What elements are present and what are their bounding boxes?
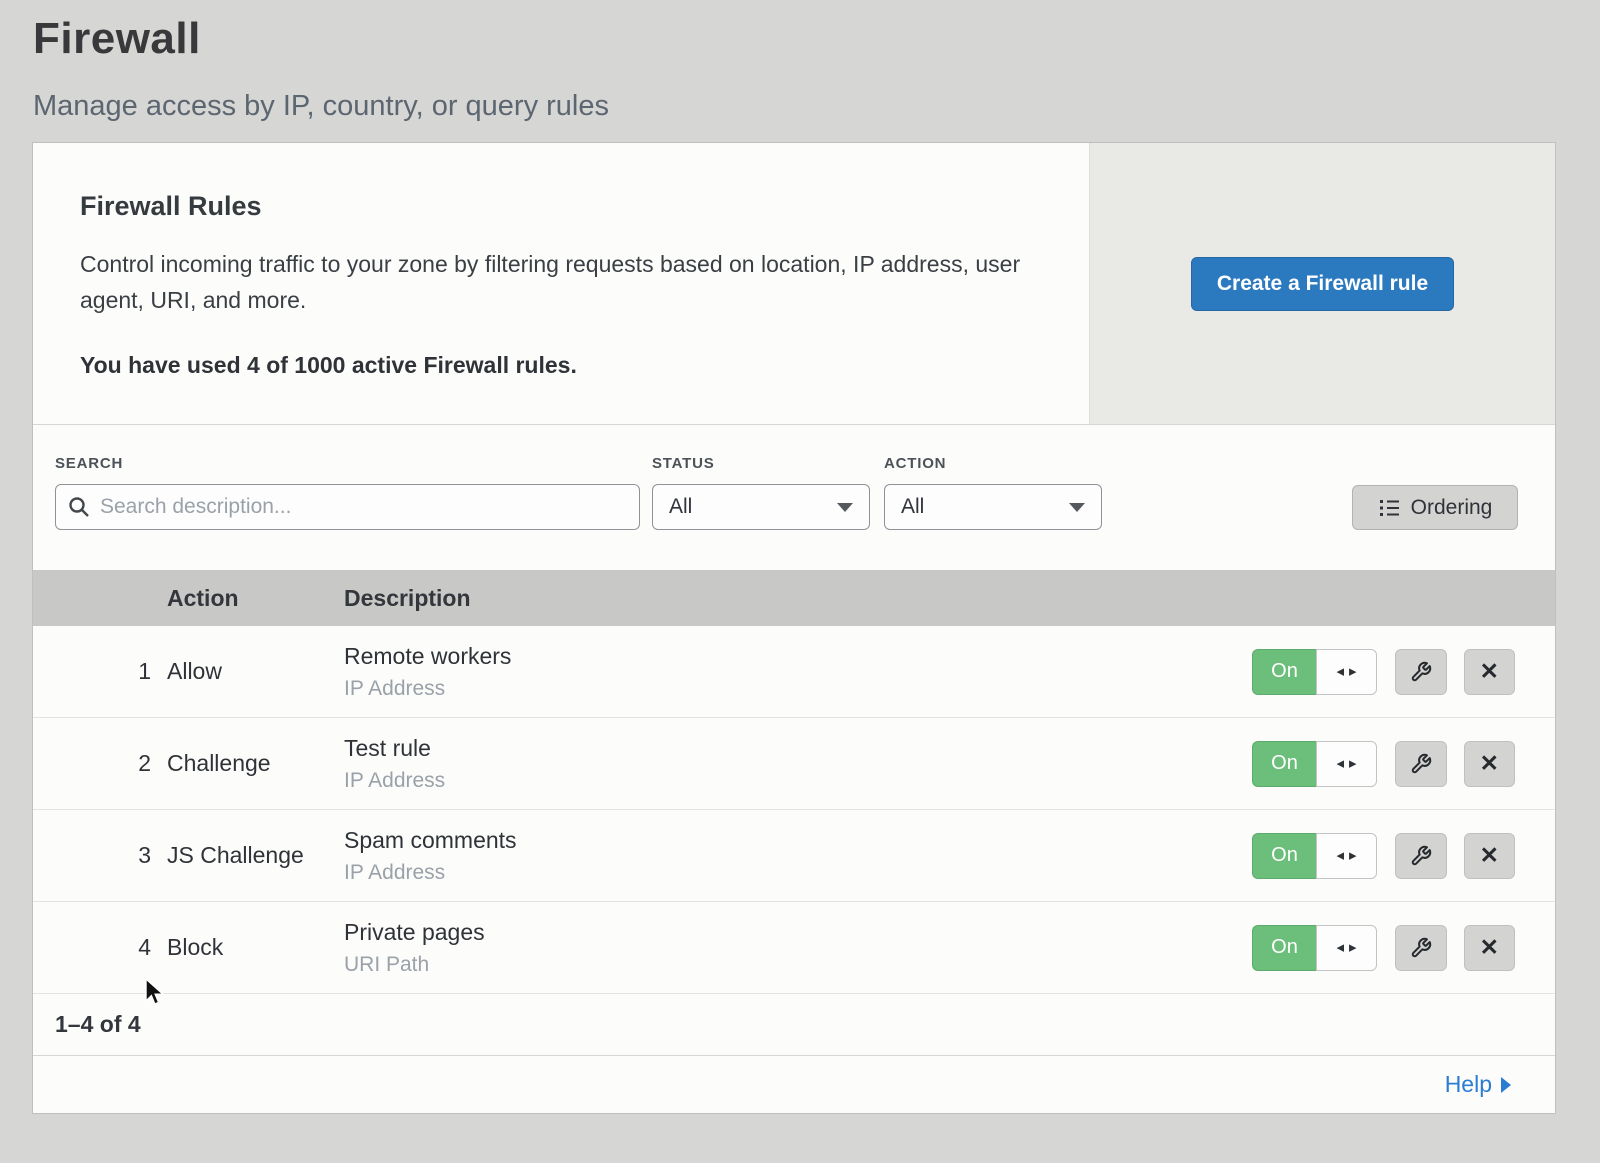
column-header-action: Action [167, 585, 344, 612]
rule-controls: On ◂▸ ✕ [1252, 649, 1555, 695]
wrench-icon [1410, 661, 1432, 683]
ordering-button[interactable]: Ordering [1352, 485, 1518, 530]
chevron-down-icon [837, 503, 853, 512]
rule-toggle-segment: On ◂▸ [1252, 649, 1377, 695]
table-header-row: Action Description [33, 570, 1555, 626]
card-heading: Firewall Rules [80, 191, 1039, 222]
rule-toggle-segment: On ◂▸ [1252, 925, 1377, 971]
wrench-icon [1410, 937, 1432, 959]
ordering-button-label: Ordering [1411, 496, 1493, 520]
table-row: 4 Block Private pages URI Path On ◂▸ ✕ [33, 902, 1555, 994]
rule-enabled-toggle[interactable]: On [1252, 833, 1316, 879]
create-firewall-rule-button[interactable]: Create a Firewall rule [1191, 257, 1454, 311]
rule-description-cell: Spam comments IP Address [344, 827, 1252, 885]
pagination-text: 1–4 of 4 [55, 1011, 141, 1038]
rule-match-type: IP Address [344, 769, 1252, 793]
edit-rule-button[interactable] [1395, 741, 1447, 787]
ordered-list-icon [1378, 497, 1400, 519]
rule-toggle-segment: On ◂▸ [1252, 741, 1377, 787]
rule-description-cell: Private pages URI Path [344, 919, 1252, 977]
rule-controls: On ◂▸ ✕ [1252, 833, 1555, 879]
toggle-arrows-icon[interactable]: ◂▸ [1316, 741, 1377, 787]
status-selected-value: All [669, 495, 692, 519]
rules-usage-text: You have used 4 of 1000 active Firewall … [80, 352, 1039, 379]
rule-priority: 3 [33, 842, 167, 869]
delete-rule-button[interactable]: ✕ [1464, 649, 1516, 695]
x-icon: ✕ [1480, 750, 1499, 777]
toggle-arrows-icon[interactable]: ◂▸ [1316, 833, 1377, 879]
x-icon: ✕ [1480, 934, 1499, 961]
table-row: 1 Allow Remote workers IP Address On ◂▸ … [33, 626, 1555, 718]
page-title: Firewall [33, 14, 1600, 64]
search-wrap [55, 484, 640, 530]
rule-description: Remote workers [344, 643, 1252, 670]
rule-match-type: URI Path [344, 953, 1252, 977]
x-icon: ✕ [1480, 842, 1499, 869]
delete-rule-button[interactable]: ✕ [1464, 925, 1516, 971]
x-icon: ✕ [1480, 658, 1499, 685]
create-rule-panel: Create a Firewall rule [1089, 143, 1555, 424]
rule-enabled-toggle[interactable]: On [1252, 925, 1316, 971]
status-label: STATUS [652, 455, 870, 472]
page-subtitle: Manage access by IP, country, or query r… [33, 90, 1600, 123]
firewall-rules-card: Firewall Rules Control incoming traffic … [33, 143, 1555, 1113]
wrench-icon [1410, 753, 1432, 775]
rule-toggle-segment: On ◂▸ [1252, 833, 1377, 879]
toggle-arrows-icon[interactable]: ◂▸ [1316, 649, 1377, 695]
card-intro: Firewall Rules Control incoming traffic … [33, 143, 1089, 424]
rule-action: Block [167, 934, 344, 961]
delete-rule-button[interactable]: ✕ [1464, 741, 1516, 787]
search-icon [67, 495, 91, 519]
wrench-icon [1410, 845, 1432, 867]
column-header-description: Description [344, 585, 1252, 612]
rule-description: Test rule [344, 735, 1252, 762]
delete-rule-button[interactable]: ✕ [1464, 833, 1516, 879]
action-label: ACTION [884, 455, 1102, 472]
help-link-label: Help [1445, 1071, 1492, 1098]
edit-rule-button[interactable] [1395, 833, 1447, 879]
arrow-right-icon [1501, 1077, 1511, 1093]
action-select[interactable]: All [884, 484, 1102, 530]
search-input[interactable] [55, 484, 640, 530]
rule-description: Spam comments [344, 827, 1252, 854]
rule-description: Private pages [344, 919, 1252, 946]
table-row: 3 JS Challenge Spam comments IP Address … [33, 810, 1555, 902]
rule-controls: On ◂▸ ✕ [1252, 741, 1555, 787]
help-link[interactable]: Help [1445, 1071, 1511, 1098]
rule-enabled-toggle[interactable]: On [1252, 649, 1316, 695]
rule-priority: 2 [33, 750, 167, 777]
card-top-section: Firewall Rules Control incoming traffic … [33, 143, 1555, 425]
card-description: Control incoming traffic to your zone by… [80, 246, 1030, 319]
rule-description-cell: Test rule IP Address [344, 735, 1252, 793]
rule-action: Allow [167, 658, 344, 685]
edit-rule-button[interactable] [1395, 925, 1447, 971]
status-select[interactable]: All [652, 484, 870, 530]
rule-action: JS Challenge [167, 842, 344, 869]
rule-match-type: IP Address [344, 677, 1252, 701]
rule-enabled-toggle[interactable]: On [1252, 741, 1316, 787]
edit-rule-button[interactable] [1395, 649, 1447, 695]
filters-bar: SEARCH STATUS All ACTION All [33, 425, 1555, 570]
rule-priority: 1 [33, 658, 167, 685]
rule-action: Challenge [167, 750, 344, 777]
pagination-row: 1–4 of 4 [33, 994, 1555, 1056]
rule-controls: On ◂▸ ✕ [1252, 925, 1555, 971]
page-header: Firewall Manage access by IP, country, o… [0, 0, 1600, 123]
rule-description-cell: Remote workers IP Address [344, 643, 1252, 701]
status-filter-group: STATUS All [652, 455, 870, 530]
action-filter-group: ACTION All [884, 455, 1102, 530]
search-label: SEARCH [55, 455, 640, 472]
firewall-rules-table: Action Description 1 Allow Remote worker… [33, 570, 1555, 994]
rule-match-type: IP Address [344, 861, 1252, 885]
toggle-arrows-icon[interactable]: ◂▸ [1316, 925, 1377, 971]
search-filter-group: SEARCH [55, 455, 640, 530]
table-row: 2 Challenge Test rule IP Address On ◂▸ ✕ [33, 718, 1555, 810]
rule-priority: 4 [33, 934, 167, 961]
help-row: Help [33, 1056, 1555, 1113]
chevron-down-icon [1069, 503, 1085, 512]
action-selected-value: All [901, 495, 924, 519]
